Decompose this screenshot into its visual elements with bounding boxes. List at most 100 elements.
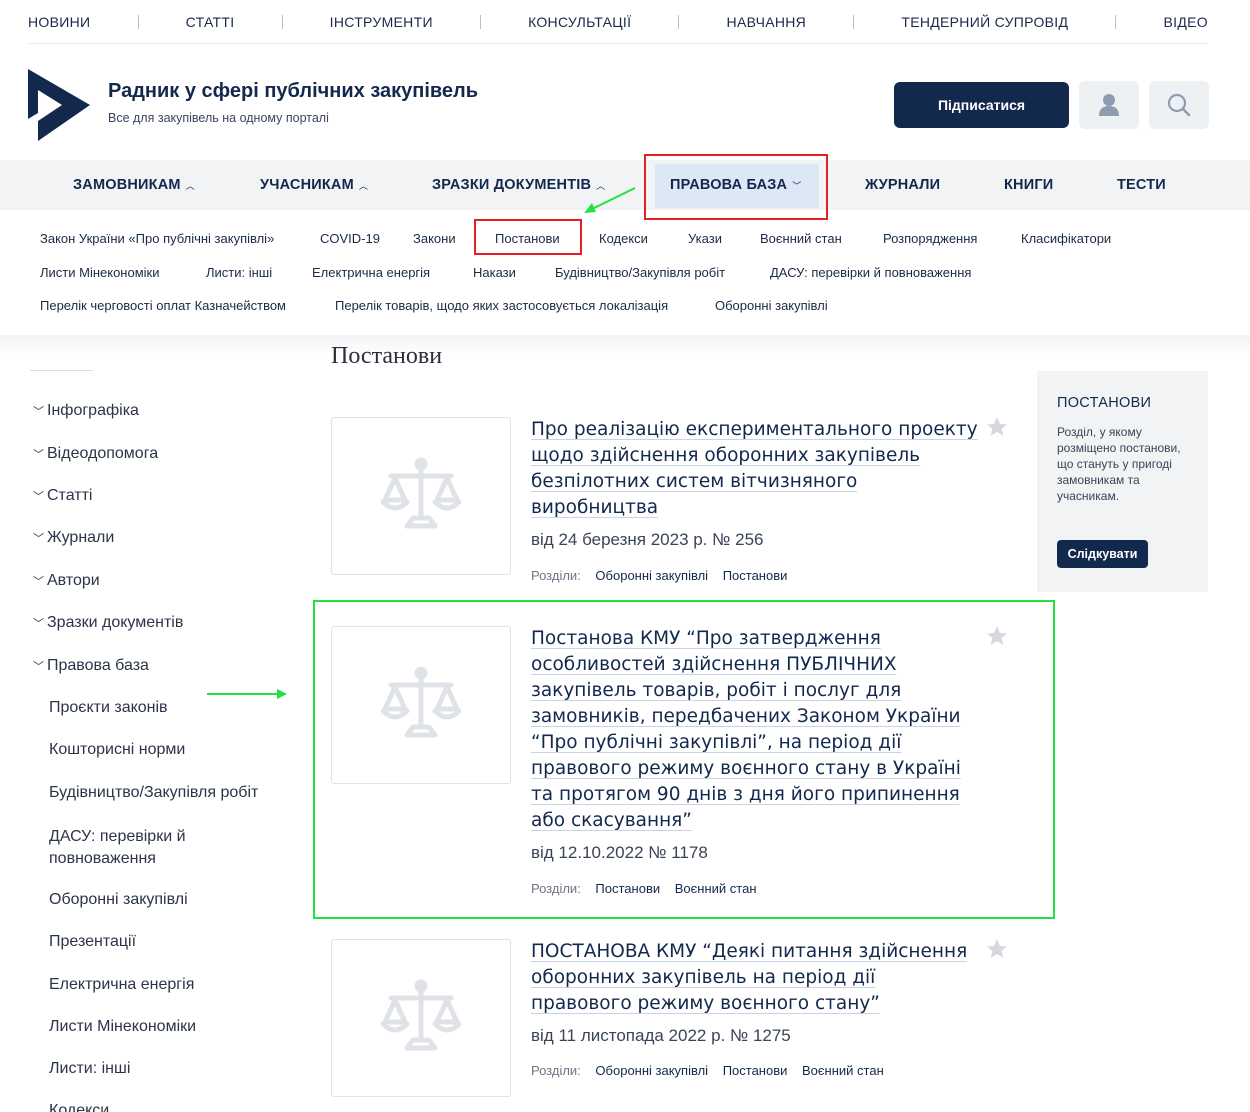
divider [853, 14, 855, 29]
sidebar-subitem-ministry-letters[interactable]: Листи Мінекономіки [49, 1018, 196, 1036]
topnav-news[interactable]: НОВИНИ [28, 14, 90, 30]
article-thumbnail[interactable] [331, 417, 511, 575]
site-logo[interactable] [28, 69, 90, 141]
sidebar-subitem-electricity[interactable]: Електрична енергія [49, 976, 194, 994]
sidebar-item-infographics[interactable]: ﹀ Інфографіка [33, 402, 139, 420]
section-info-heading: ПОСТАНОВИ [1057, 395, 1152, 411]
sidebar-item-label: Автори [47, 572, 100, 589]
submenu-directives[interactable]: Накази [473, 265, 516, 280]
bookmark-star-icon[interactable] [985, 937, 1009, 961]
submenu-codes[interactable]: Кодекси [599, 231, 648, 246]
top-navigation: НОВИНИ СТАТТІ ІНСТРУМЕНТИ КОНСУЛЬТАЦІЇ Н… [0, 0, 1250, 44]
nav-journals[interactable]: ЖУРНАЛИ [865, 160, 940, 210]
topnav-articles[interactable]: СТАТТІ [186, 14, 235, 30]
topnav-video[interactable]: ВІДЕО [1164, 14, 1208, 30]
chevron-down-icon: ﹀ [33, 491, 44, 503]
chevron-down-icon: ﹀ [33, 406, 44, 418]
submenu-electricity[interactable]: Електрична енергія [312, 265, 430, 280]
chevron-down-icon: ﹀ [33, 618, 44, 630]
topnav-training[interactable]: НАВЧАННЯ [727, 14, 807, 30]
nav-tests-label: ТЕСТИ [1117, 177, 1166, 193]
section-info-box: ПОСТАНОВИ Розділ, у якому розміщено пост… [1037, 371, 1208, 592]
sidebar-item-label: Статті [47, 487, 93, 504]
submenu-ministry-letters[interactable]: Листи Мінекономіки [40, 265, 160, 280]
chevron-down-icon: ﹀ [33, 533, 44, 545]
section-tag[interactable]: Постанови [723, 568, 788, 583]
chevron-up-icon: ︿ [185, 180, 195, 191]
topnav-tools[interactable]: ІНСТРУМЕНТИ [330, 14, 433, 30]
section-tag[interactable]: Воєнний стан [802, 1063, 884, 1078]
sidebar-subitem-presentations[interactable]: Презентації [49, 933, 136, 951]
chevron-down-icon: ﹀ [33, 449, 44, 461]
sections-label: Розділи: [531, 1063, 581, 1078]
sidebar-item-legal-base[interactable]: ﹀ Правова база [33, 657, 149, 675]
article-title[interactable]: Про реалізацію експериментального проект… [531, 417, 981, 521]
chevron-down-icon: ﹀ [33, 661, 44, 673]
annotation-highlight-resolutions [474, 219, 582, 255]
sidebar-subitem-dasu[interactable]: ДАСУ: перевірки й повноваження [49, 826, 229, 870]
sidebar-item-label: Журнали [47, 529, 115, 546]
sidebar-item-articles[interactable]: ﹀ Статті [33, 487, 92, 505]
nav-participants[interactable]: УЧАСНИКАМ ︿ [260, 160, 368, 210]
submenu-orders[interactable]: Розпорядження [883, 231, 977, 246]
submenu-localization[interactable]: Перелік товарів, щодо яких застосовуєтьс… [335, 298, 668, 313]
sidebar-subitem-construction[interactable]: Будівництво/Закупівля робіт [49, 784, 258, 802]
divider [281, 14, 283, 29]
nav-customers[interactable]: ЗАМОВНИКАМ ︿ [73, 160, 195, 210]
sidebar-item-video-help[interactable]: ﹀ Відеодопомога [33, 445, 158, 463]
nav-document-samples-label: ЗРАЗКИ ДОКУМЕНТІВ [432, 177, 592, 193]
sidebar-item-document-samples[interactable]: ﹀ Зразки документів [33, 614, 183, 632]
submenu-defense-procurement[interactable]: Оборонні закупівлі [715, 298, 828, 313]
follow-button[interactable]: Слідкувати [1057, 540, 1148, 568]
sidebar-subitem-other-letters[interactable]: Листи: інші [49, 1060, 130, 1078]
chevron-down-icon: ﹀ [33, 576, 44, 588]
chevron-up-icon: ︿ [358, 180, 369, 191]
user-icon [1099, 94, 1119, 116]
account-button[interactable] [1079, 81, 1139, 129]
divider [137, 14, 139, 29]
submenu-treasury-payments[interactable]: Перелік черговості оплат Казначейством [40, 298, 286, 313]
nav-participants-label: УЧАСНИКАМ [260, 177, 354, 193]
topnav-consultations[interactable]: КОНСУЛЬТАЦІЇ [528, 14, 631, 30]
submenu-dasu[interactable]: ДАСУ: перевірки й повноваження [770, 265, 971, 280]
section-tag[interactable]: Оборонні закупівлі [595, 568, 708, 583]
article-thumbnail[interactable] [331, 939, 511, 1097]
section-tag[interactable]: Оборонні закупівлі [595, 1063, 708, 1078]
search-button[interactable] [1149, 81, 1209, 129]
section-tag[interactable]: Постанови [723, 1063, 788, 1078]
article-sections: Розділи: Оборонні закупівлі Постанови [531, 568, 787, 583]
nav-books-label: КНИГИ [1004, 177, 1054, 193]
nav-customers-label: ЗАМОВНИКАМ [73, 177, 181, 193]
sections-label: Розділи: [531, 568, 581, 583]
scales-icon [381, 457, 461, 529]
bookmark-star-icon[interactable] [985, 415, 1009, 439]
nav-books[interactable]: КНИГИ [1004, 160, 1053, 210]
annotation-arrow-icon [207, 689, 287, 699]
submenu-construction[interactable]: Будівництво/Закупівля робіт [555, 265, 725, 280]
sidebar-subitem-defense-procurement[interactable]: Оборонні закупівлі [49, 891, 188, 909]
submenu-procurement-law[interactable]: Закон України «Про публічні закупівлі» [40, 231, 274, 246]
submenu-other-letters[interactable]: Листи: інші [206, 265, 272, 280]
nav-journals-label: ЖУРНАЛИ [865, 177, 941, 193]
sidebar-subitem-draft-laws[interactable]: Проєкти законів [49, 699, 168, 717]
submenu-martial-law[interactable]: Воєнний стан [760, 231, 842, 246]
nav-tests[interactable]: ТЕСТИ [1117, 160, 1166, 210]
subscribe-button[interactable]: Підписатися [894, 82, 1069, 128]
submenu-shadow [0, 335, 1250, 355]
divider [678, 14, 680, 29]
submenu-classifiers[interactable]: Класифікатори [1021, 231, 1111, 246]
sidebar-subitem-estimate-norms[interactable]: Кошторисні норми [49, 741, 185, 759]
sidebar-item-label: Зразки документів [47, 614, 184, 631]
article-title[interactable]: ПОСТАНОВА КМУ “Деякі питання здійснення … [531, 939, 981, 1017]
submenu-laws[interactable]: Закони [413, 231, 456, 246]
submenu-covid[interactable]: COVID-19 [320, 231, 380, 246]
search-icon [1167, 93, 1191, 117]
site-title[interactable]: Радник у сфері публічних закупівель [108, 80, 478, 103]
submenu-decrees[interactable]: Укази [688, 231, 722, 246]
topnav-tender-support[interactable]: ТЕНДЕРНИЙ СУПРОВІД [901, 14, 1068, 30]
divider [479, 14, 481, 29]
sidebar-subitem-codes[interactable]: Кодекси [49, 1102, 109, 1112]
page-title: Постанови [331, 343, 443, 369]
sidebar-item-authors[interactable]: ﹀ Автори [33, 572, 100, 590]
sidebar-item-journals[interactable]: ﹀ Журнали [33, 529, 114, 547]
